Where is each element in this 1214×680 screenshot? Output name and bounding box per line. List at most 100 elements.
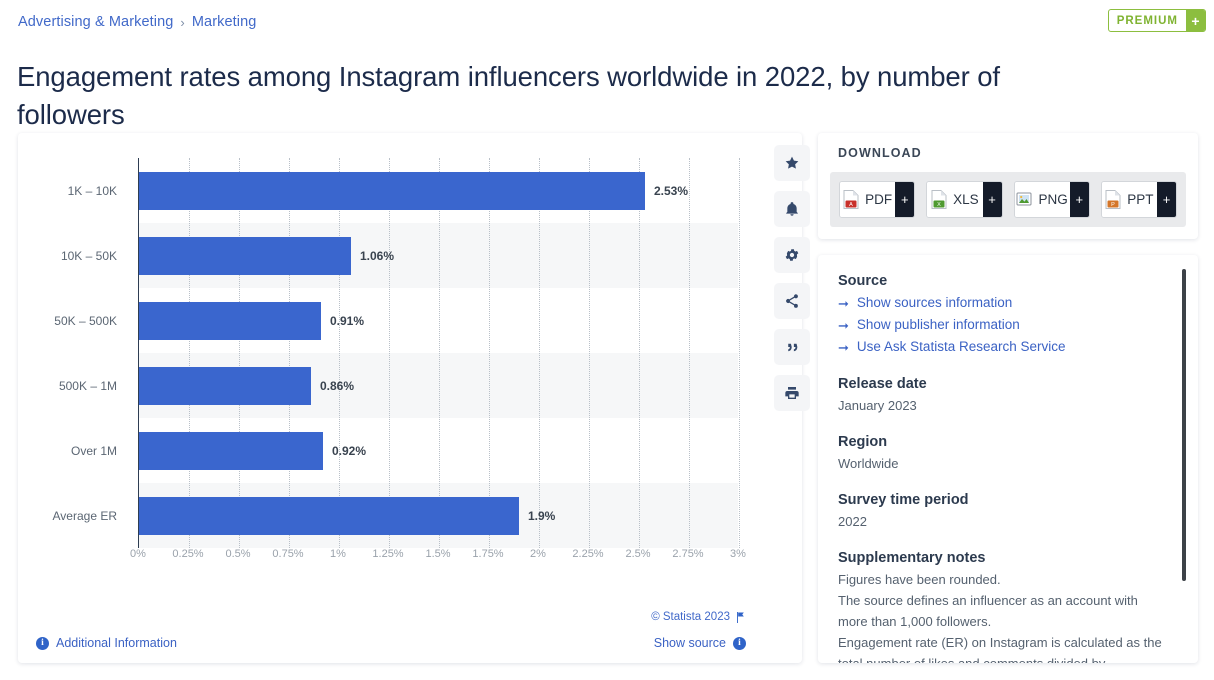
ppt-file-icon: P xyxy=(1105,190,1121,209)
download-xls-button[interactable]: X XLS + xyxy=(926,181,1003,218)
chart-bar-value-label: 1.9% xyxy=(528,508,556,523)
supplementary-note: Figures have been rounded. xyxy=(838,572,1001,587)
y-axis-tick-label: Average ER xyxy=(52,508,117,523)
ask-statista-research-service-label: Use Ask Statista Research Service xyxy=(856,339,1066,354)
download-png-plus-icon[interactable]: + xyxy=(1069,182,1089,217)
chart-bar-series: 2.53% 1.06% 0.91% 0.86% 0.92% 1.9% xyxy=(139,158,738,548)
info-scrollbar[interactable] xyxy=(1182,269,1186,581)
x-axis-tick-label: 0.25% xyxy=(172,548,204,560)
premium-badge[interactable]: PREMIUM + xyxy=(1107,9,1206,32)
show-source-label: Show source xyxy=(653,636,726,650)
x-axis-tick-label: 1% xyxy=(330,548,346,560)
chart-copyright: © Statista 2023 xyxy=(651,611,746,623)
report-flag-icon[interactable] xyxy=(736,611,746,623)
chart-x-axis: 0% 0.25% 0.5% 0.75% 1% 1.25% 1.5% 1.75% 2% 2.25% 2… xyxy=(130,548,746,568)
breadcrumb: Advertising & Marketing › Marketing xyxy=(18,14,256,30)
x-axis-tick-label: 2% xyxy=(530,548,546,560)
chart-gridline xyxy=(739,158,740,548)
y-axis-tick-label: 500K – 1M xyxy=(58,378,117,393)
chart-bar[interactable] xyxy=(139,301,321,340)
arrow-right-icon: ➞ xyxy=(838,295,849,311)
chart-bar-value-label: 0.92% xyxy=(332,443,367,458)
y-axis-tick-label: 1K – 10K xyxy=(67,183,117,198)
share-icon[interactable] xyxy=(774,283,810,319)
download-card: DOWNLOAD A PDF + X XLS + PNG + P PPT + xyxy=(818,133,1198,239)
x-axis-tick-label: 0.75% xyxy=(272,548,304,560)
x-axis-tick-label: 1.5% xyxy=(425,548,451,560)
download-ppt-label: PPT xyxy=(1127,192,1154,207)
chart-copyright-label: © Statista 2023 xyxy=(651,611,730,623)
info-icon: i xyxy=(733,636,746,650)
chart-bar-row[interactable]: 0.92% xyxy=(139,418,738,483)
chart-bar-row[interactable]: 0.86% xyxy=(139,353,738,418)
chart-bar-value-label: 2.53% xyxy=(654,183,689,198)
ask-statista-research-service-link[interactable]: ➞ Use Ask Statista Research Service xyxy=(838,336,1168,358)
download-pdf-plus-icon[interactable]: + xyxy=(895,182,915,217)
download-ppt-plus-icon[interactable]: + xyxy=(1157,182,1176,217)
arrow-right-icon: ➞ xyxy=(838,317,849,333)
chart-bar[interactable] xyxy=(139,236,351,275)
citation-quote-icon[interactable] xyxy=(774,329,810,365)
premium-badge-plus-icon: + xyxy=(1186,10,1205,31)
chart-bar-value-label: 0.86% xyxy=(320,378,355,393)
svg-text:A: A xyxy=(849,202,853,208)
show-source-link[interactable]: Show source i xyxy=(654,636,746,650)
breadcrumb-item-marketing[interactable]: Marketing xyxy=(192,14,257,30)
chart-bar-value-label: 0.91% xyxy=(330,313,365,328)
additional-information-link[interactable]: i Additional Information xyxy=(36,636,177,650)
show-publisher-information-label: Show publisher information xyxy=(856,317,1020,332)
breadcrumb-item-advertising-marketing[interactable]: Advertising & Marketing xyxy=(18,14,173,30)
pdf-file-icon: A xyxy=(843,190,859,209)
chart-bar-row[interactable]: 1.9% xyxy=(139,483,738,548)
supplementary-note: The source defines an influencer as an a… xyxy=(838,593,1138,629)
x-axis-tick-label: 2.5% xyxy=(625,548,651,560)
release-date-value: January 2023 xyxy=(838,398,917,413)
xls-file-icon: X xyxy=(931,190,947,209)
chart-y-axis-labels: 1K – 10K 10K – 50K 50K – 500K 500K – 1M … xyxy=(18,158,128,548)
source-heading: Source xyxy=(838,273,888,289)
download-xls-label: XLS xyxy=(953,192,979,207)
chart-bar[interactable] xyxy=(139,171,645,210)
x-axis-tick-label: 0% xyxy=(130,548,146,560)
x-axis-tick-label: 1.75% xyxy=(472,548,504,560)
chart-bar-row[interactable]: 1.06% xyxy=(139,223,738,288)
download-heading: DOWNLOAD xyxy=(838,146,922,160)
show-sources-information-link[interactable]: ➞ Show sources information xyxy=(838,292,1168,314)
chart-bar-row[interactable]: 2.53% xyxy=(139,158,738,223)
additional-information-label: Additional Information xyxy=(56,636,177,650)
x-axis-tick-label: 1.25% xyxy=(372,548,404,560)
download-ppt-button[interactable]: P PPT + xyxy=(1100,181,1177,218)
chart-card: 1K – 10K 10K – 50K 50K – 500K 500K – 1M … xyxy=(18,133,810,663)
chart-bar[interactable] xyxy=(139,496,519,535)
chart-bar[interactable] xyxy=(139,366,311,405)
info-icon: i xyxy=(36,636,49,650)
chart-toolbar xyxy=(774,145,810,411)
chart-bar-row[interactable]: 0.91% xyxy=(139,288,738,353)
x-axis-tick-label: 0.5% xyxy=(225,548,251,560)
x-axis-tick-label: 2.25% xyxy=(572,548,604,560)
notification-bell-icon[interactable] xyxy=(774,191,810,227)
favorite-star-icon[interactable] xyxy=(774,145,810,181)
download-png-button[interactable]: PNG + xyxy=(1013,181,1090,218)
survey-time-period-heading: Survey time period xyxy=(838,492,969,508)
svg-text:P: P xyxy=(1111,202,1115,208)
x-axis-tick-label: 2.75% xyxy=(672,548,704,560)
show-sources-information-label: Show sources information xyxy=(856,295,1013,310)
y-axis-tick-label: 10K – 50K xyxy=(60,248,117,263)
supplementary-notes-heading: Supplementary notes xyxy=(838,550,986,566)
download-pdf-label: PDF xyxy=(865,192,893,207)
breadcrumb-separator-icon: › xyxy=(180,14,185,30)
svg-text:X: X xyxy=(937,202,941,208)
arrow-right-icon: ➞ xyxy=(838,339,849,355)
png-image-icon xyxy=(1016,192,1032,206)
supplementary-note: Engagement rate (ER) on Instagram is cal… xyxy=(838,635,1162,663)
premium-badge-label: PREMIUM xyxy=(1116,14,1178,27)
download-png-label: PNG xyxy=(1038,192,1068,207)
download-pdf-button[interactable]: A PDF + xyxy=(839,181,916,218)
settings-gear-icon[interactable] xyxy=(774,237,810,273)
chart-plot-area: 1K – 10K 10K – 50K 50K – 500K 500K – 1M … xyxy=(18,133,748,613)
chart-bar[interactable] xyxy=(139,431,323,470)
show-publisher-information-link[interactable]: ➞ Show publisher information xyxy=(838,314,1168,336)
download-xls-plus-icon[interactable]: + xyxy=(982,182,1002,217)
print-icon[interactable] xyxy=(774,375,810,411)
